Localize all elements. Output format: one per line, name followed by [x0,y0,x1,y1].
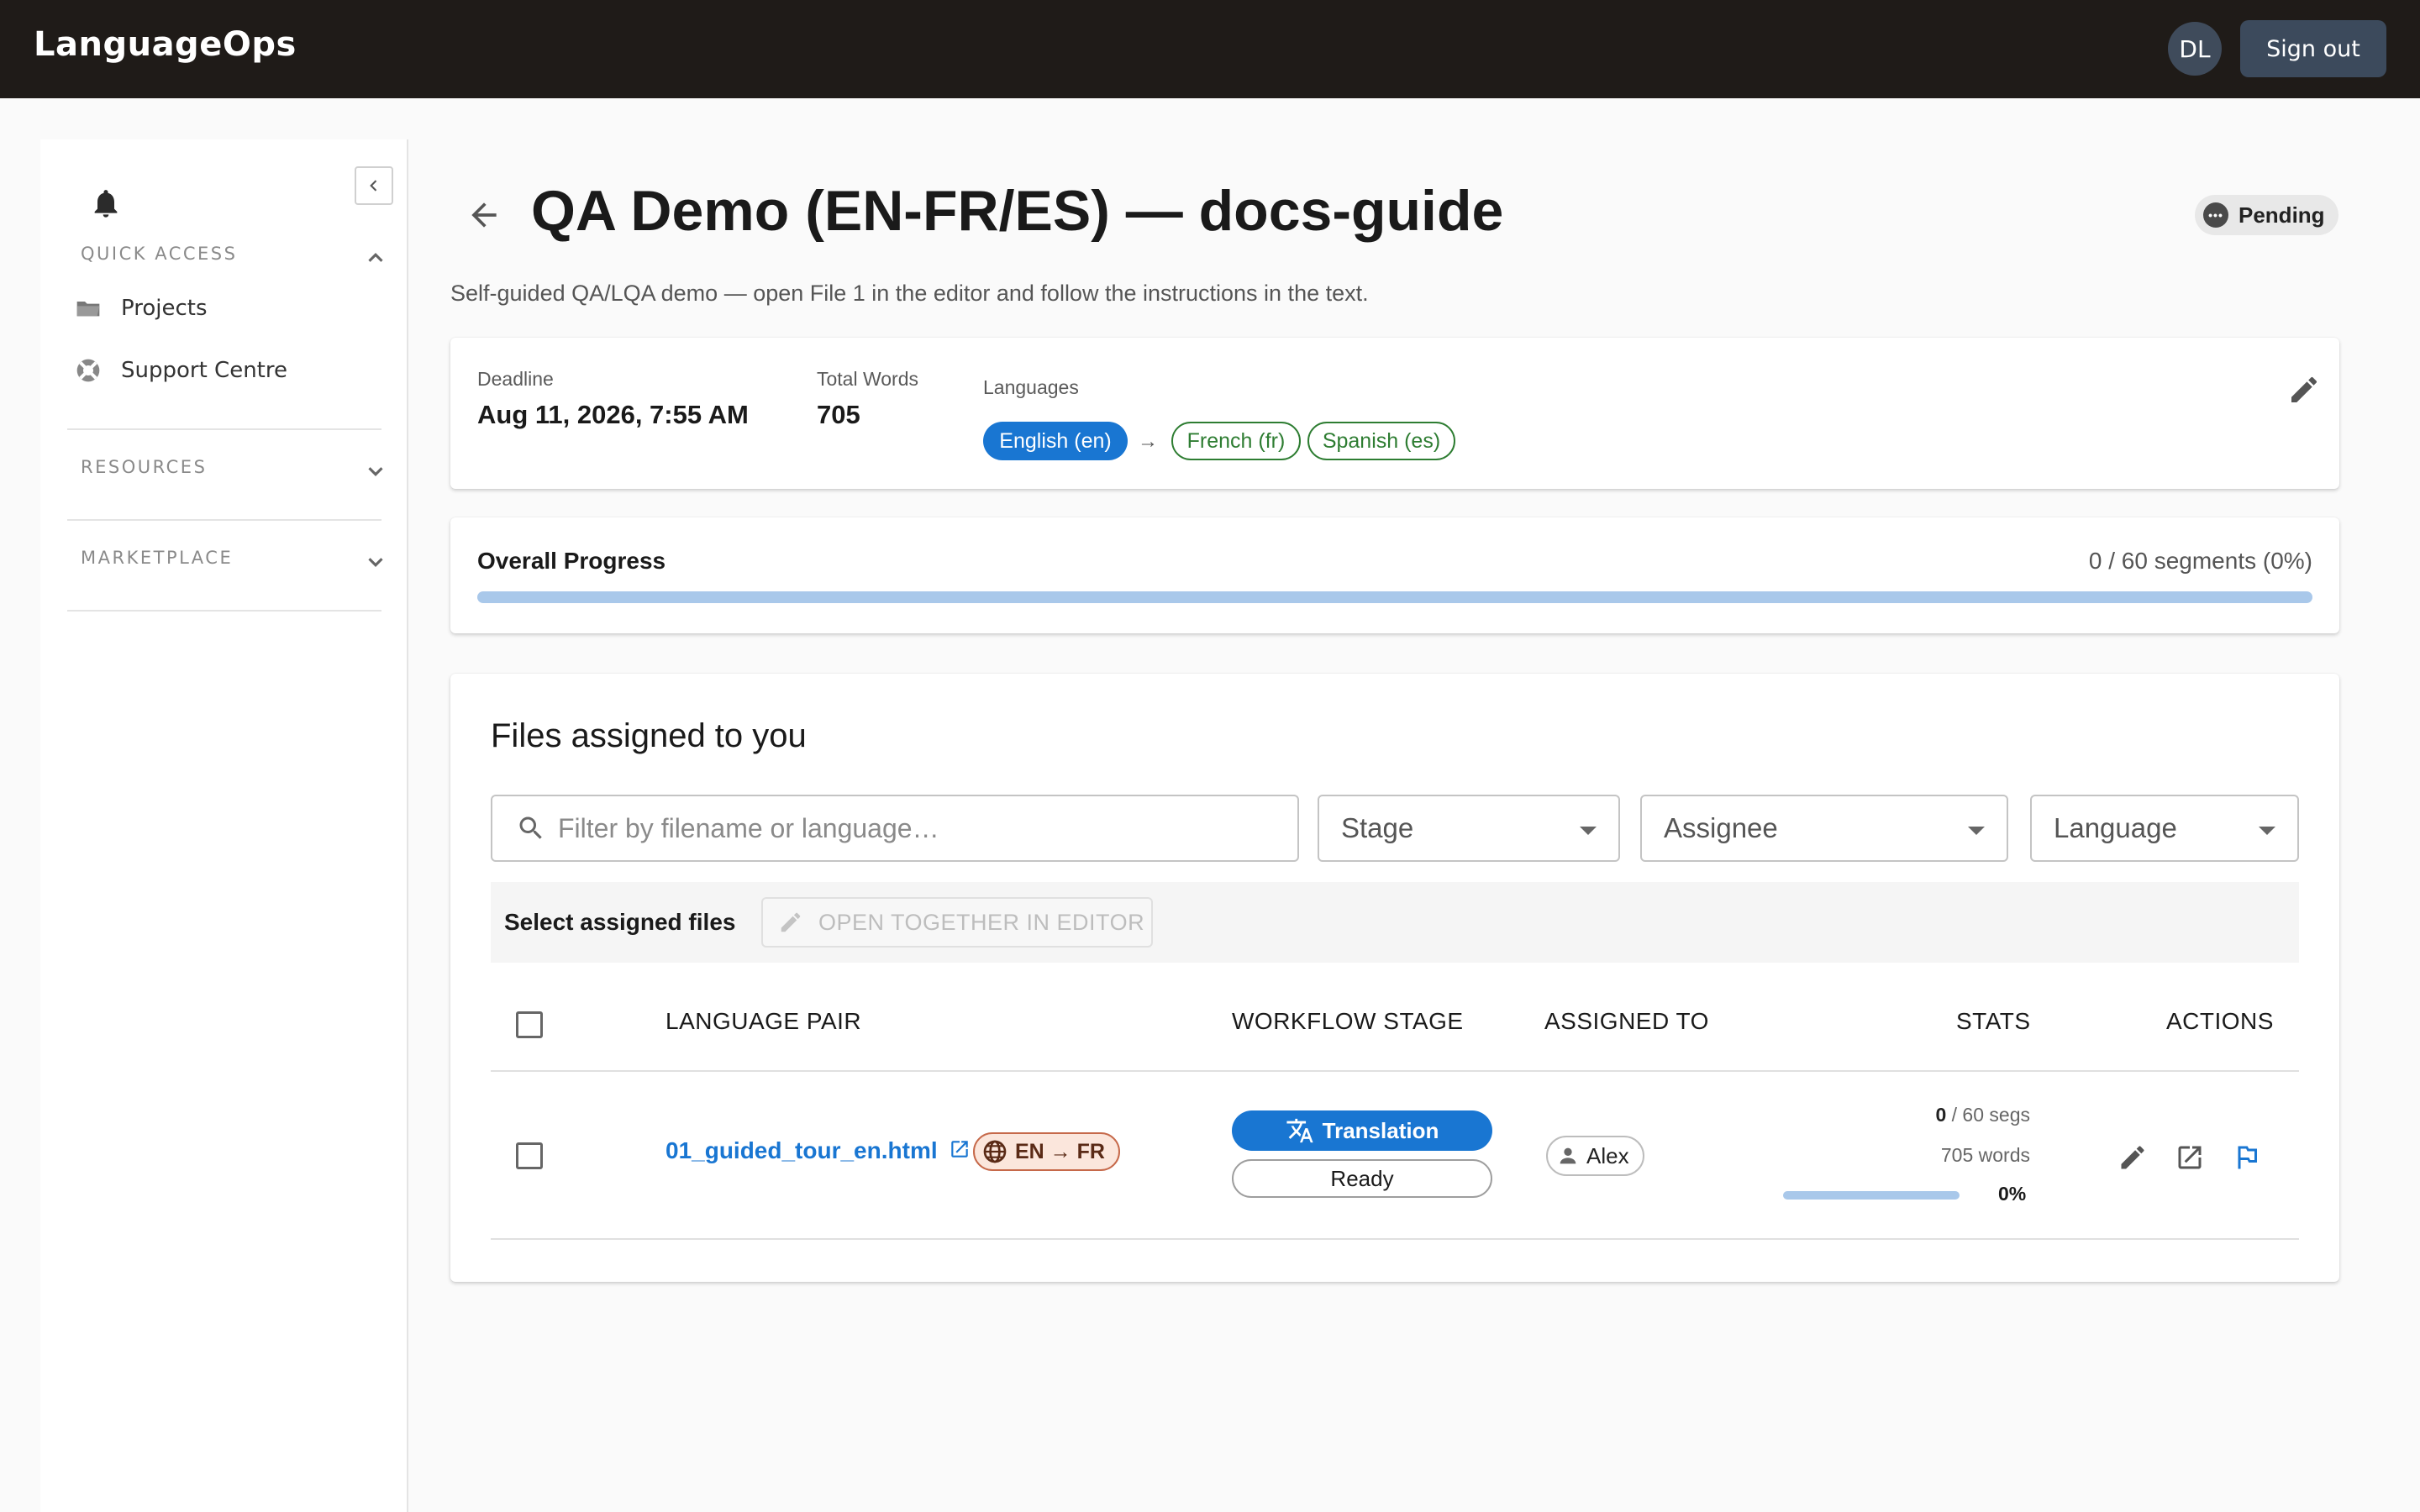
status-label: Pending [2238,202,2325,228]
sign-out-button[interactable]: Sign out [2240,20,2386,77]
stage-status-chip: Ready [1232,1159,1492,1198]
words-stat: 705 words [1795,1144,2030,1169]
sidebar-item-support-centre[interactable]: Support Centre [74,349,287,391]
project-description: Self-guided QA/LQA demo — open File 1 in… [450,281,1369,306]
column-header-language-pair[interactable]: LANGUAGE PAIR [666,1008,861,1035]
target-language-chip: Spanish (es) [1307,422,1455,460]
status-badge: ••• Pending [2195,195,2338,235]
flag-icon [2238,1146,2257,1169]
chevron-left-icon [370,180,377,192]
workflow-stage-label: Translation [1322,1117,1439,1143]
assignee-filter-select[interactable]: Assignee [1640,795,2008,862]
assignee-name: Alex [1586,1142,1629,1168]
languages-label: Languages [983,376,1079,398]
select-all-checkbox[interactable] [516,1011,543,1038]
open-together-button[interactable]: OPEN TOGETHER IN EDITOR [761,897,1153,948]
language-filter-label: Language [2054,812,2177,843]
stage-filter-select[interactable]: Stage [1318,795,1620,862]
files-section-title: Files assigned to you [491,717,807,754]
files-card: Files assigned to you Stage Assignee Lan… [450,674,2339,1282]
folder-icon [74,294,103,323]
file-progress-bar [1783,1191,1960,1200]
workflow-stage-chip: Translation [1232,1110,1492,1151]
language-arrow: → [1138,430,1158,453]
bell-icon[interactable] [89,186,123,220]
brand-logo[interactable]: LanguageOps [34,25,297,64]
external-link-icon [951,1141,969,1158]
lifebuoy-icon [74,356,103,385]
deadline-label: Deadline [477,368,554,390]
edit-pencil-icon[interactable] [2287,373,2321,407]
caret-down-icon [1580,827,1597,835]
caret-down-icon [2259,827,2275,835]
caret-down-icon [1968,827,1985,835]
edit-file-button[interactable] [2116,1141,2149,1174]
overall-progress-bar [477,591,2312,603]
language-filter-select[interactable]: Language [2030,795,2299,862]
more-dots-icon: ••• [2203,202,2228,228]
segments-stat: 0 / 60 segs [1795,1104,2030,1129]
search-icon [519,816,542,839]
target-language-chip: French (fr) [1171,422,1301,460]
file-link[interactable]: 01_guided_tour_en.html [666,1137,971,1164]
bulk-action-bar: Select assigned files OPEN TOGETHER IN E… [491,882,2299,963]
assignee-chip[interactable]: Alex [1546,1136,1644,1176]
total-words-value: 705 [817,400,860,429]
progress-title: Overall Progress [477,548,666,574]
project-meta-card: Deadline Aug 11, 2026, 7:55 AM Total Wor… [450,338,2339,489]
section-quick-access[interactable]: QUICK ACCESS [81,244,237,264]
row-divider [491,1238,2299,1240]
language-pair-label: EN → FR [1015,1139,1105,1163]
sidebar: QUICK ACCESS Projects Support Centre RES… [40,139,408,1512]
assignee-filter-label: Assignee [1664,812,1778,843]
sidebar-item-projects[interactable]: Projects [74,287,208,329]
sidebar-item-label: Projects [121,296,208,321]
divider [67,610,381,612]
segments-done: 0 [1935,1104,1947,1126]
pencil-icon [2121,1146,2144,1169]
overall-progress-card: Overall Progress 0 / 60 segments (0%) [450,517,2339,633]
section-resources[interactable]: RESOURCES [81,457,207,477]
back-arrow-icon[interactable] [466,197,502,234]
deadline-value: Aug 11, 2026, 7:55 AM [477,400,749,429]
row-checkbox[interactable] [516,1142,543,1169]
top-bar: LanguageOps DL Sign out [0,0,2420,98]
file-progress-percent: 0% [1998,1183,2027,1205]
collapse-sidebar-button[interactable] [355,166,393,205]
file-name: 01_guided_tour_en.html [666,1137,938,1163]
progress-text: 0 / 60 segments (0%) [2088,548,2312,574]
stage-filter-label: Stage [1341,812,1414,843]
open-in-new-icon [2178,1146,2202,1169]
open-together-label: OPEN TOGETHER IN EDITOR [818,909,1145,935]
open-in-new-button[interactable] [2173,1141,2207,1174]
bulk-select-label: Select assigned files [504,909,736,935]
source-language-chip: English (en) [983,422,1128,460]
divider [67,519,381,521]
sidebar-item-label: Support Centre [121,358,287,383]
section-marketplace[interactable]: MARKETPLACE [81,548,233,568]
chevron-up-icon[interactable] [363,245,388,270]
header-divider [491,1070,2299,1072]
pencil-icon [781,912,801,932]
segments-total: / 60 segs [1946,1104,2030,1126]
page-title: QA Demo (EN-FR/ES) — docs-guide [531,179,1504,243]
chevron-down-icon[interactable] [363,549,388,575]
column-header-workflow-stage[interactable]: WORKFLOW STAGE [1232,1008,1464,1035]
search-input[interactable] [558,812,1281,844]
file-filter-search[interactable] [491,795,1299,862]
words-count: 705 words [1940,1144,2030,1166]
column-header-stats[interactable]: STATS [1956,1008,2031,1035]
flag-issue-button[interactable] [2230,1141,2264,1174]
person-icon [1560,1147,1576,1164]
total-words-label: Total Words [817,368,919,390]
globe-icon [983,1140,1007,1163]
user-avatar[interactable]: DL [2168,22,2222,76]
column-header-assigned-to[interactable]: ASSIGNED TO [1544,1008,1709,1035]
language-pair-badge: EN → FR [973,1132,1120,1171]
translate-icon [1286,1118,1313,1143]
divider [67,428,381,430]
chevron-down-icon[interactable] [363,459,388,484]
column-header-actions: ACTIONS [2166,1008,2274,1034]
